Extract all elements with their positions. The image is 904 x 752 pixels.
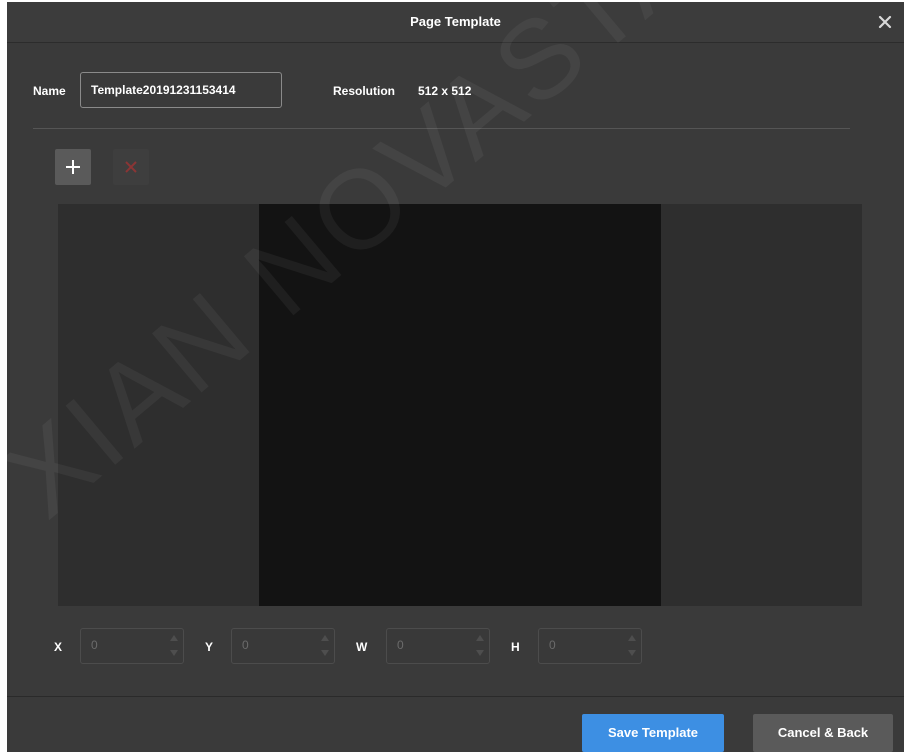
template-page-area[interactable] xyxy=(259,204,661,606)
x-label: X xyxy=(54,640,63,654)
w-decrement-icon[interactable] xyxy=(473,646,487,660)
y-increment-icon[interactable] xyxy=(318,631,332,645)
footer-bar: Save Template Cancel & Back xyxy=(7,697,904,752)
delete-window-button[interactable] xyxy=(113,149,149,185)
delete-x-icon xyxy=(125,161,137,173)
x-stepper[interactable] xyxy=(80,628,184,664)
dialog-title: Page Template xyxy=(410,14,501,29)
h-decrement-icon[interactable] xyxy=(625,646,639,660)
resolution-value: 512 x 512 xyxy=(418,84,472,98)
y-label: Y xyxy=(205,640,214,654)
h-increment-icon[interactable] xyxy=(625,631,639,645)
name-input[interactable] xyxy=(80,72,282,108)
y-decrement-icon[interactable] xyxy=(318,646,332,660)
close-icon[interactable] xyxy=(876,13,894,31)
h-input[interactable] xyxy=(539,629,635,661)
x-input[interactable] xyxy=(81,629,177,661)
w-increment-icon[interactable] xyxy=(473,631,487,645)
cancel-back-button[interactable]: Cancel & Back xyxy=(753,714,893,752)
plus-icon xyxy=(66,160,80,174)
x-decrement-icon[interactable] xyxy=(167,646,181,660)
save-template-button[interactable]: Save Template xyxy=(582,714,724,752)
title-bar: Page Template xyxy=(7,2,904,43)
w-label: W xyxy=(356,640,368,654)
add-window-button[interactable] xyxy=(55,149,91,185)
x-increment-icon[interactable] xyxy=(167,631,181,645)
h-stepper[interactable] xyxy=(538,628,642,664)
w-input[interactable] xyxy=(387,629,483,661)
h-label: H xyxy=(511,640,520,654)
y-stepper[interactable] xyxy=(231,628,335,664)
y-input[interactable] xyxy=(232,629,328,661)
divider xyxy=(33,128,850,129)
resolution-label: Resolution xyxy=(333,84,395,98)
name-label: Name xyxy=(33,84,66,98)
page-template-dialog: Page Template Name Resolution 512 x 512 … xyxy=(7,2,904,752)
w-stepper[interactable] xyxy=(386,628,490,664)
template-canvas[interactable] xyxy=(58,204,862,606)
